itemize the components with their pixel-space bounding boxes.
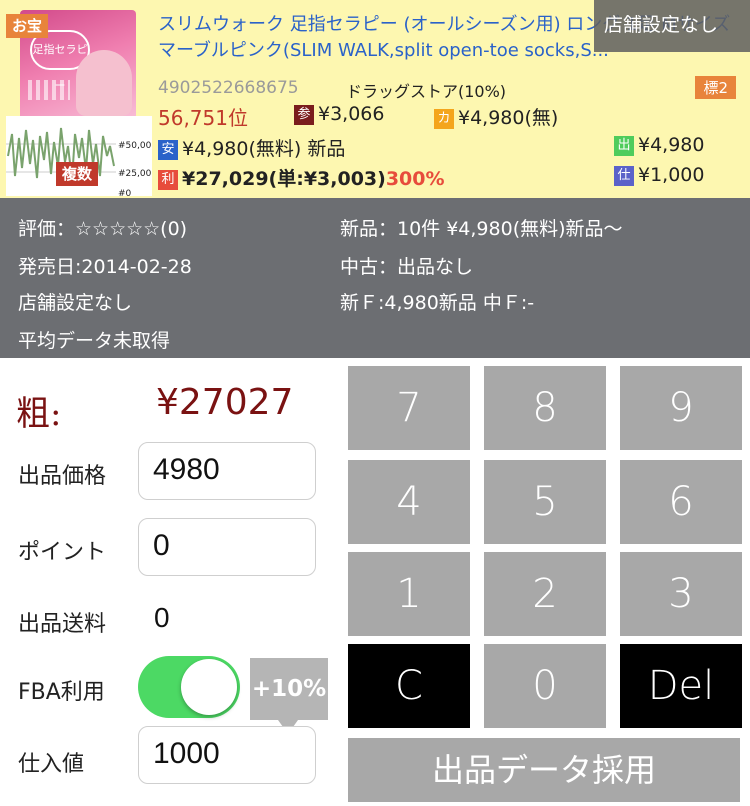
profit-row: 利 ¥27,029(単:¥3,003)300% bbox=[158, 164, 445, 191]
package-pattern bbox=[28, 80, 70, 100]
sales-rank: 56,751位 bbox=[158, 106, 248, 130]
fba-toggle[interactable] bbox=[138, 656, 240, 718]
listing-price: 出 ¥4,980 bbox=[614, 134, 704, 156]
used-offers: 中古：出品なし bbox=[340, 256, 474, 278]
store-setting-overlay: 店舗設定なし bbox=[594, 0, 750, 52]
store-setting: 店舗設定なし bbox=[18, 292, 133, 314]
fba-bonus-tooltip[interactable]: +10% bbox=[250, 658, 328, 734]
multiple-badge: 複数 bbox=[56, 162, 99, 186]
chart-tick-label: #25,00 bbox=[118, 169, 152, 179]
chart-tick-label: #50,00 bbox=[118, 141, 152, 151]
treasure-badge: お宝 bbox=[6, 14, 49, 38]
key-6[interactable]: 6 bbox=[620, 460, 742, 544]
key-7[interactable]: 7 bbox=[348, 366, 470, 450]
toggle-knob bbox=[181, 659, 237, 715]
reference-chip: 参 bbox=[294, 105, 314, 125]
product-info-panel: 評価：☆☆☆☆☆(0) 発売日:2014-02-28 店舗設定なし 平均データ未… bbox=[0, 198, 750, 358]
key-8[interactable]: 8 bbox=[484, 366, 606, 450]
fba-offers: 新Ｆ:4,980新品 中Ｆ:- bbox=[340, 292, 535, 314]
cart-chip: カ bbox=[434, 109, 454, 129]
category-label: ドラッグストア(10%) bbox=[346, 82, 507, 101]
key-0[interactable]: 0 bbox=[484, 644, 606, 728]
product-card[interactable]: 足指セラピー #50,00 #25,00 #0 お宝 複数 スリムウォーク 足指… bbox=[0, 0, 750, 198]
profit-percent: 300% bbox=[385, 168, 445, 190]
key-2[interactable]: 2 bbox=[484, 552, 606, 636]
jan-code: 4902522668675 bbox=[158, 78, 299, 98]
gross-profit-label: 粗: bbox=[16, 394, 62, 434]
profit-value: ¥27,029(単:¥3,003) bbox=[182, 168, 386, 190]
fba-label: FBA利用 bbox=[18, 680, 105, 705]
profit-chip: 利 bbox=[158, 170, 178, 190]
adopt-listing-data-button[interactable]: 出品データ採用 bbox=[348, 738, 740, 802]
shipping-value: 0 bbox=[154, 602, 170, 633]
listing-price-label: 出品価格 bbox=[18, 464, 107, 489]
rating-text: 評価：☆☆☆☆☆(0) bbox=[18, 218, 188, 240]
average-data: 平均データ未取得 bbox=[18, 330, 171, 352]
key-9[interactable]: 9 bbox=[620, 366, 742, 450]
cart-price: カ ¥4,980(無) bbox=[434, 103, 558, 130]
purchase-price: 仕 ¥1,000 bbox=[614, 164, 704, 186]
new-offers: 新品：10件 ¥4,980(無料)新品〜 bbox=[340, 218, 623, 240]
lowest-price: 安 ¥4,980(無料) 新品 bbox=[158, 134, 345, 161]
chart-tick-label: #0 bbox=[118, 189, 132, 196]
listing-price-input[interactable]: 4980 bbox=[138, 442, 316, 500]
key-1[interactable]: 1 bbox=[348, 552, 470, 636]
clear-key[interactable]: C bbox=[348, 644, 470, 728]
lowest-chip: 安 bbox=[158, 140, 178, 160]
purchase-chip: 仕 bbox=[614, 166, 634, 186]
listing-chip: 出 bbox=[614, 136, 634, 156]
size-tag: 標2 bbox=[695, 76, 736, 99]
reference-price: 参 ¥3,066 bbox=[294, 103, 384, 125]
release-date: 発売日:2014-02-28 bbox=[18, 256, 192, 278]
foot-illustration bbox=[76, 50, 132, 116]
point-input[interactable]: 0 bbox=[138, 518, 316, 576]
shipping-label: 出品送料 bbox=[18, 612, 107, 637]
cost-label: 仕入値 bbox=[18, 752, 85, 777]
point-label: ポイント bbox=[18, 540, 107, 565]
cost-input[interactable]: 1000 bbox=[138, 726, 316, 784]
key-5[interactable]: 5 bbox=[484, 460, 606, 544]
gross-profit-value: ¥27027 bbox=[156, 382, 294, 423]
key-3[interactable]: 3 bbox=[620, 552, 742, 636]
key-4[interactable]: 4 bbox=[348, 460, 470, 544]
delete-key[interactable]: Del bbox=[620, 644, 742, 728]
